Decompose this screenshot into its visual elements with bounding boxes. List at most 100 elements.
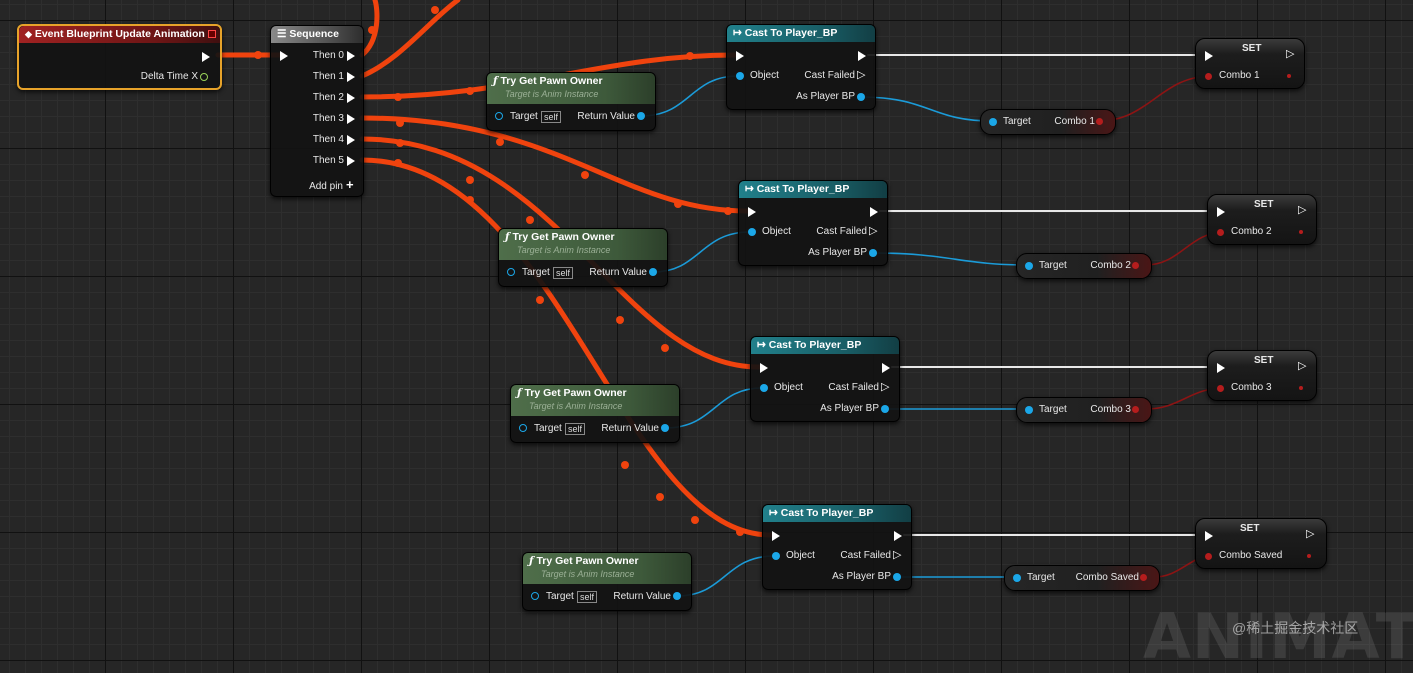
cast-exec-in-pin[interactable] [772,531,780,541]
set-exec-in-pin[interactable] [1205,51,1213,61]
cast-exec-in-pin[interactable] [736,51,744,61]
combo-saved-getter-node[interactable]: Target Combo Saved [1004,565,1160,591]
sequence-then-3-pin[interactable] [347,114,355,124]
getter-target-pin[interactable] [1025,406,1033,414]
set-exec-out-pin[interactable]: ▷ [1298,203,1306,216]
set-exec-in-pin[interactable] [1205,531,1213,541]
pawn-owner-target-label: Target [510,111,538,122]
cast-as-player-pin[interactable] [881,405,889,413]
try-get-pawn-owner-node-4[interactable]: ƒ Try Get Pawn Owner Target is Anim Inst… [522,552,692,611]
pawn-owner-header: ƒ Try Get Pawn Owner Target is Anim Inst… [523,553,691,584]
pawn-owner-target-pin[interactable] [495,112,503,120]
pawn-owner-target-pin[interactable] [519,424,527,432]
getter-value-pin[interactable] [1140,574,1147,581]
getter-target-pin[interactable] [989,118,997,126]
set-combo-3-node[interactable]: SET ▷ Combo 3 [1207,350,1317,401]
set-value-pin[interactable] [1217,385,1224,392]
cast-object-pin[interactable] [748,228,756,236]
sequence-title: Sequence [289,28,339,40]
getter-value-pin[interactable] [1096,118,1103,125]
pawn-owner-return-pin[interactable] [673,592,681,600]
event-exec-out-pin[interactable] [202,52,210,62]
pawn-owner-return-pin[interactable] [649,268,657,276]
set-exec-in-pin[interactable] [1217,207,1225,217]
cast-as-player-pin[interactable] [857,93,865,101]
set-output-pin[interactable] [1299,386,1303,390]
cast-failed-pin[interactable]: ▷ [881,380,889,393]
set-exec-in-pin[interactable] [1217,363,1225,373]
getter-target-pin[interactable] [1013,574,1021,582]
cast-exec-in-pin[interactable] [760,363,768,373]
cast-arrow-icon: ↦ [769,507,778,519]
cast-exec-out-pin[interactable] [858,51,866,61]
set-exec-out-pin[interactable]: ▷ [1286,47,1294,60]
sequence-then-4-pin[interactable] [347,135,355,145]
cast-arrow-icon: ↦ [757,339,766,351]
add-pin-label: Add pin [309,181,343,192]
sequence-then-1-pin[interactable] [347,72,355,82]
cast-object-pin[interactable] [760,384,768,392]
cast-to-player-bp-node-2[interactable]: ↦ Cast To Player_BP Object Cast Failed ▷… [738,180,888,266]
sequence-then-2-pin[interactable] [347,93,355,103]
pawn-owner-self-box[interactable]: self [577,591,598,603]
cast-object-pin[interactable] [736,72,744,80]
cast-failed-pin[interactable]: ▷ [893,548,901,561]
plus-icon[interactable]: + [346,177,354,192]
pawn-owner-target-pin[interactable] [507,268,515,276]
pawn-owner-header: ƒ Try Get Pawn Owner Target is Anim Inst… [511,385,679,416]
pawn-owner-return-pin[interactable] [661,424,669,432]
cast-exec-out-pin[interactable] [894,531,902,541]
combo-1-getter-node[interactable]: Target Combo 1 [980,109,1116,135]
cast-object-pin[interactable] [772,552,780,560]
try-get-pawn-owner-node-1[interactable]: ƒ Try Get Pawn Owner Target is Anim Inst… [486,72,656,131]
sequence-node[interactable]: ☰ Sequence Then 0 Then 1 Then 2 Then 3 T… [270,25,364,197]
cast-failed-label: Cast Failed [840,550,891,561]
getter-value-pin[interactable] [1132,262,1139,269]
cast-failed-pin[interactable]: ▷ [869,224,877,237]
cast-title: Cast To Player_BP [756,183,850,195]
sequence-then-1-label: Then 1 [312,71,344,82]
getter-var-label: Combo 1 [1054,116,1095,127]
set-exec-out-pin[interactable]: ▷ [1306,527,1314,540]
getter-value-pin[interactable] [1132,406,1139,413]
set-combo-saved-node[interactable]: SET ▷ Combo Saved [1195,518,1327,569]
sequence-exec-in-pin[interactable] [280,51,288,61]
pawn-owner-target-pin[interactable] [531,592,539,600]
function-f-icon: ƒ [529,555,534,567]
set-combo-1-node[interactable]: SET ▷ Combo 1 [1195,38,1305,89]
sequence-then-5-label: Then 5 [312,155,344,166]
cast-as-player-pin[interactable] [893,573,901,581]
set-value-pin[interactable] [1217,229,1224,236]
getter-target-pin[interactable] [1025,262,1033,270]
sequence-then-5-pin[interactable] [347,156,355,166]
try-get-pawn-owner-node-2[interactable]: ƒ Try Get Pawn Owner Target is Anim Inst… [498,228,668,287]
cast-to-player-bp-node-4[interactable]: ↦ Cast To Player_BP Object Cast Failed ▷… [762,504,912,590]
set-output-pin[interactable] [1287,74,1291,78]
pawn-owner-self-box[interactable]: self [541,111,562,123]
cast-failed-pin[interactable]: ▷ [857,68,865,81]
pawn-owner-return-label: Return Value [613,591,671,602]
set-output-pin[interactable] [1307,554,1311,558]
sequence-then-0-pin[interactable] [347,51,355,61]
try-get-pawn-owner-node-3[interactable]: ƒ Try Get Pawn Owner Target is Anim Inst… [510,384,680,443]
set-output-pin[interactable] [1299,230,1303,234]
set-combo-2-node[interactable]: SET ▷ Combo 2 [1207,194,1317,245]
pawn-owner-header: ƒ Try Get Pawn Owner Target is Anim Inst… [487,73,655,104]
pawn-owner-self-box[interactable]: self [565,423,586,435]
set-exec-out-pin[interactable]: ▷ [1298,359,1306,372]
cast-to-player-bp-node-3[interactable]: ↦ Cast To Player_BP Object Cast Failed ▷… [750,336,900,422]
pawn-owner-return-pin[interactable] [637,112,645,120]
cast-exec-out-pin[interactable] [870,207,878,217]
event-update-animation-node[interactable]: ◆ Event Blueprint Update Animation Delta… [17,24,222,90]
exec-wire [359,157,774,538]
cast-to-player-bp-node-1[interactable]: ↦ Cast To Player_BP Object Cast Failed ▷… [726,24,876,110]
combo-3-getter-node[interactable]: Target Combo 3 [1016,397,1152,423]
cast-exec-out-pin[interactable] [882,363,890,373]
cast-as-player-pin[interactable] [869,249,877,257]
set-value-pin[interactable] [1205,73,1212,80]
cast-exec-in-pin[interactable] [748,207,756,217]
delta-time-pin[interactable] [200,73,208,81]
combo-2-getter-node[interactable]: Target Combo 2 [1016,253,1152,279]
set-value-pin[interactable] [1205,553,1212,560]
pawn-owner-self-box[interactable]: self [553,267,574,279]
